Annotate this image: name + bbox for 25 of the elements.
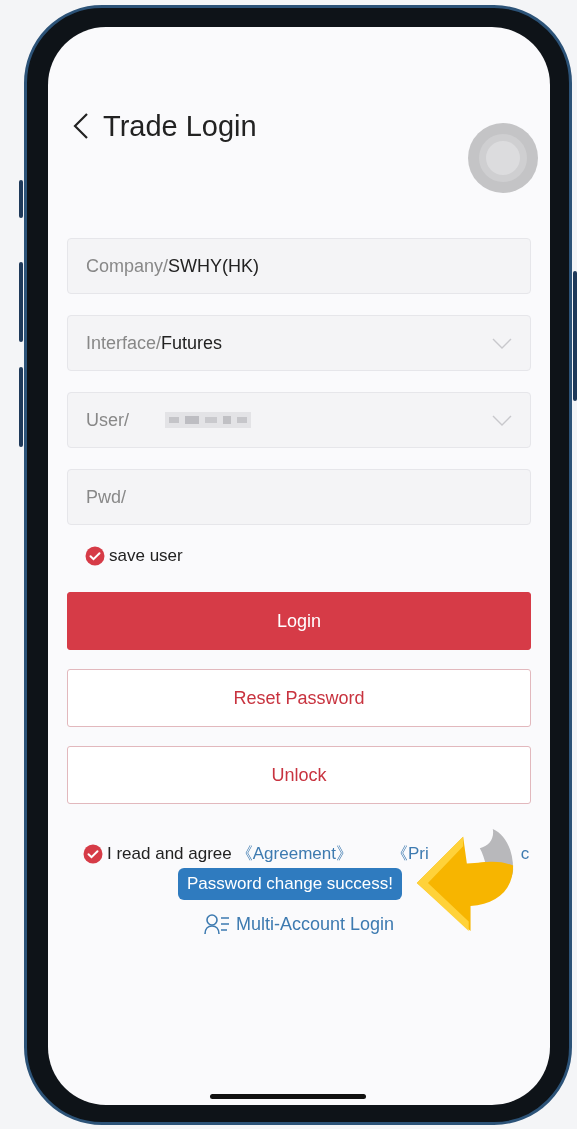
agreement-link[interactable]: c xyxy=(520,843,530,864)
success-toast: Password change success! xyxy=(178,868,402,900)
multi-account-link[interactable]: Multi-Account Login xyxy=(203,913,395,935)
save-user-label: save user xyxy=(109,546,183,566)
check-icon[interactable] xyxy=(83,843,103,864)
action-button[interactable]: Unlock xyxy=(67,746,531,804)
agreement-text: I read and agree xyxy=(107,843,232,864)
action-button[interactable]: Reset Password xyxy=(67,669,531,727)
users-list-icon xyxy=(203,913,230,935)
dropdown-field[interactable]: User/ xyxy=(67,392,531,448)
field-label: Pwd/ xyxy=(86,486,127,508)
dropdown-field[interactable]: Interface/Futures xyxy=(67,315,531,371)
check-icon[interactable] xyxy=(85,546,105,566)
field-value: Futures xyxy=(161,332,223,354)
field-label: User/ xyxy=(86,409,129,431)
page-title: Trade Login xyxy=(103,109,257,143)
agreement-link[interactable]: 《Pri xyxy=(390,842,429,865)
agreement-link[interactable]: 《Agreement》 xyxy=(235,842,353,865)
field-label: Interface/ xyxy=(86,332,162,354)
field-value: SWHY(HK) xyxy=(168,255,260,277)
password-field[interactable]: Pwd/ xyxy=(67,469,531,525)
login-button[interactable]: Login xyxy=(67,592,531,650)
input-field[interactable]: Company/SWHY(HK) xyxy=(67,238,531,294)
field-label: Company/ xyxy=(86,255,169,277)
back-icon[interactable] xyxy=(73,112,89,140)
